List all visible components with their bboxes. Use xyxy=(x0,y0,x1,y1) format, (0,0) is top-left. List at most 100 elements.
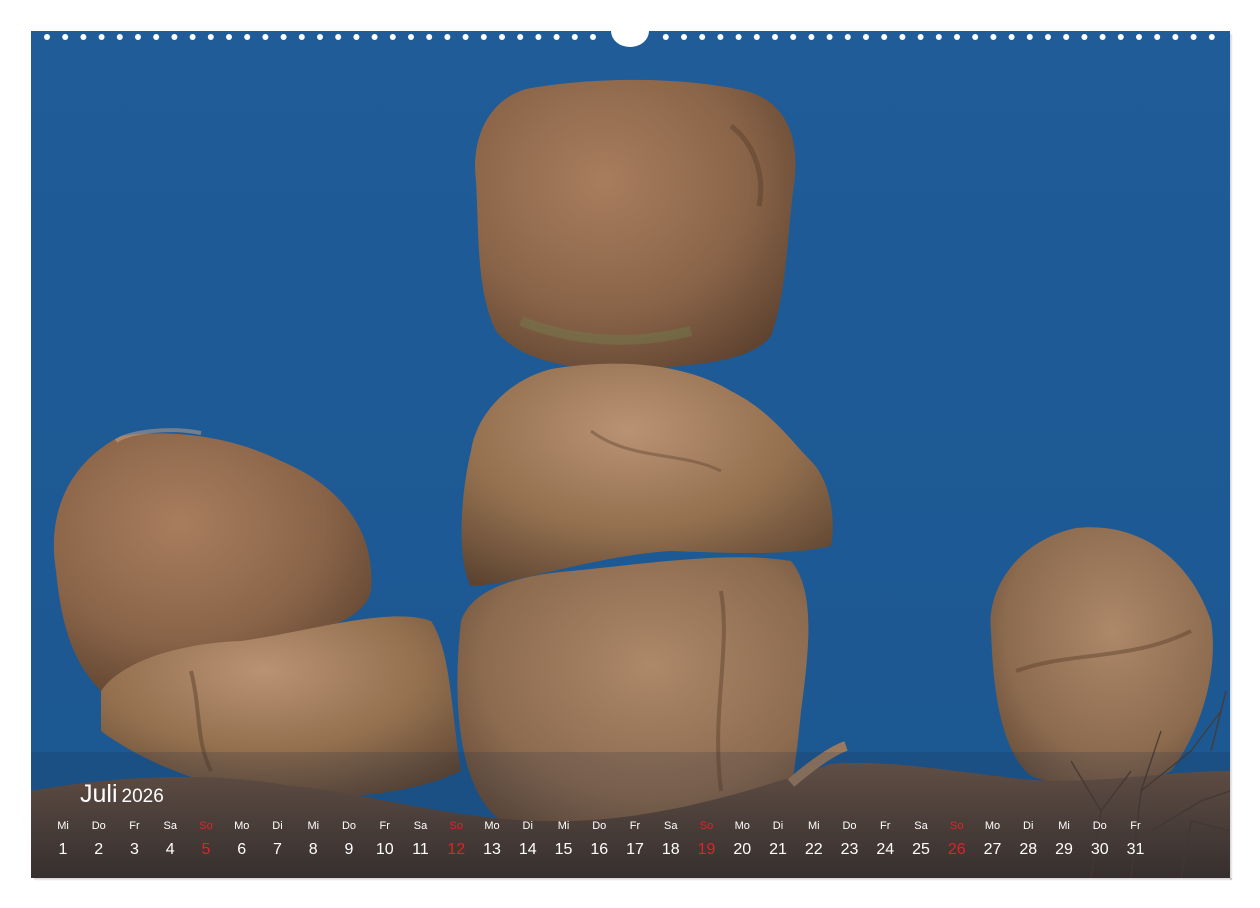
weekday-label: Fr xyxy=(629,820,641,832)
binding-hole xyxy=(590,34,596,40)
weekday-label: Fr xyxy=(880,820,891,832)
binding-hole xyxy=(1045,34,1051,40)
binding-hole xyxy=(280,34,287,40)
binding-hole xyxy=(935,34,942,40)
calendar-photo xyxy=(31,31,1230,878)
binding-hole xyxy=(244,34,251,40)
binding-hole xyxy=(717,34,724,40)
binding-hole xyxy=(972,34,979,40)
binding-hole xyxy=(426,34,433,40)
day-number: 30 xyxy=(1090,841,1109,858)
binding-hole xyxy=(863,34,869,40)
binding-hole xyxy=(954,34,960,40)
weekday-label: Do xyxy=(1092,820,1107,832)
day-number: 27 xyxy=(983,841,1002,858)
binding-hole xyxy=(262,34,269,40)
binding-hole xyxy=(699,34,706,40)
binding-hole xyxy=(1172,34,1179,40)
binding-hole xyxy=(189,34,196,40)
weekday-label: Fr xyxy=(1130,820,1141,832)
binding-hole xyxy=(462,34,469,40)
binding-hole xyxy=(1136,34,1142,40)
binding-hole xyxy=(499,34,505,40)
weekday-label: Mo xyxy=(484,820,500,832)
day-number: 18 xyxy=(661,841,680,858)
binding-hole xyxy=(44,34,50,40)
weekday-label: Mo xyxy=(734,820,750,832)
weekday-label: Di xyxy=(522,820,533,832)
weekday-label: Mo xyxy=(984,820,1001,832)
binding-hole xyxy=(408,34,414,40)
day-number: 16 xyxy=(590,841,609,858)
day-number: 4 xyxy=(165,841,175,858)
binding-hole xyxy=(844,34,851,40)
binding-hole xyxy=(98,34,105,40)
weekday-label: Fr xyxy=(379,820,390,832)
binding-hole xyxy=(335,34,342,40)
day-number: 15 xyxy=(554,841,573,858)
weekday-label: So xyxy=(950,820,964,832)
binding-hole xyxy=(1063,34,1070,40)
binding-hole xyxy=(1208,34,1215,40)
day-number: 21 xyxy=(769,841,787,858)
binding-hole xyxy=(1099,34,1106,40)
binding-hole xyxy=(207,34,214,40)
weekday-label: Mi xyxy=(307,820,320,832)
day-number: 13 xyxy=(483,841,501,858)
day-number: 6 xyxy=(237,841,247,858)
binding-hole xyxy=(317,34,323,40)
binding-hole xyxy=(135,34,141,40)
weekday-label: Do xyxy=(842,820,857,832)
day-number: 1 xyxy=(58,841,68,858)
binding-hole xyxy=(353,34,360,40)
day-number: 10 xyxy=(375,841,394,858)
day-number: 22 xyxy=(804,841,823,858)
binding-hole xyxy=(371,34,378,40)
day-number: 9 xyxy=(344,841,354,858)
weekday-label: So xyxy=(699,820,714,832)
weekday-label: Sa xyxy=(914,820,928,832)
binding-hole xyxy=(1081,34,1088,40)
weekday-label: So xyxy=(449,820,463,832)
month-title: Juli 2026 xyxy=(80,780,164,809)
binding-hole xyxy=(389,34,396,40)
weekday-label: Mi xyxy=(1058,820,1070,832)
day-number: 23 xyxy=(840,841,859,858)
weekday-label: Di xyxy=(772,820,784,832)
day-number: 17 xyxy=(626,841,644,858)
binding-hole xyxy=(772,34,778,40)
binding-hole xyxy=(881,34,888,40)
day-number: 12 xyxy=(447,841,466,858)
binding-hole xyxy=(517,34,524,40)
binding-hole xyxy=(899,34,906,40)
day-number: 29 xyxy=(1055,841,1073,858)
day-number: 7 xyxy=(273,841,282,858)
day-number: 25 xyxy=(912,841,930,858)
binding-hole xyxy=(1154,34,1161,40)
day-number: 24 xyxy=(876,841,895,858)
binding-hole xyxy=(735,34,742,40)
binding-hole xyxy=(553,34,560,40)
month-name: Juli xyxy=(80,780,118,808)
calendar-strip: Juli 2026 Mi 1 Do 2 Fr 3 Sa 4 So 5 Mo 6 Di 7 Mi 8 Do 9 Fr 10… xyxy=(31,752,1230,878)
binding-hole xyxy=(753,34,760,40)
weekday-label: Sa xyxy=(163,820,177,832)
binding-hole xyxy=(1026,34,1033,40)
day-number: 2 xyxy=(94,841,104,858)
binding-hole xyxy=(662,34,669,40)
weekday-label: So xyxy=(199,820,213,832)
day-number: 20 xyxy=(733,841,752,858)
binding-hole xyxy=(917,34,924,40)
day-number: 19 xyxy=(697,841,716,858)
binding-hole xyxy=(480,34,487,40)
binding-hole xyxy=(62,34,69,40)
weekday-label: Do xyxy=(341,820,357,832)
weekday-label: Sa xyxy=(664,820,678,832)
binding-hole xyxy=(990,34,997,40)
binding-hole xyxy=(226,34,232,40)
weekday-label: Di xyxy=(1023,820,1034,832)
weekday-label: Mi xyxy=(557,820,570,832)
binding-hole xyxy=(80,34,87,40)
day-number: 8 xyxy=(308,841,318,858)
binding-hole xyxy=(535,34,542,40)
